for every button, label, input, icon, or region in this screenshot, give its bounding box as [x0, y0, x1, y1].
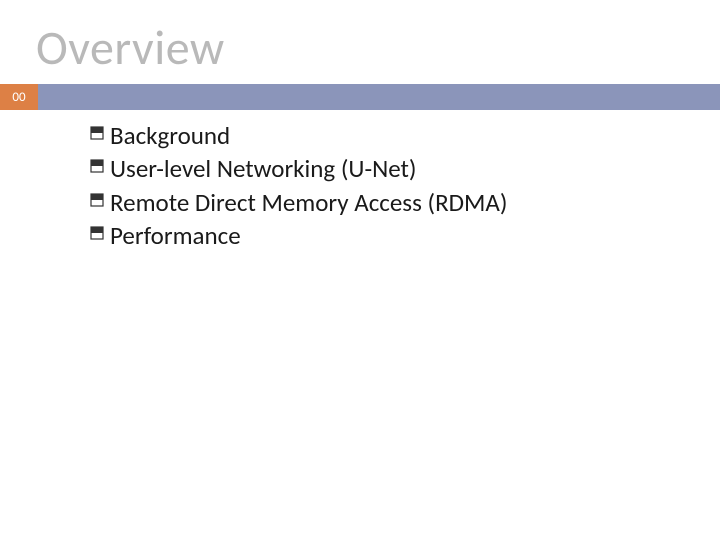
list-item: Remote Direct Memory Access (RDMA) [90, 187, 650, 218]
bullet-icon [90, 153, 108, 179]
bullet-icon [90, 120, 108, 146]
list-item-label: Remote Direct Memory Access (RDMA) [110, 187, 507, 218]
slide-number-badge: 00 [0, 84, 38, 110]
bullet-icon [90, 187, 108, 213]
bullet-list: Background User-level Networking (U-Net)… [90, 120, 650, 253]
list-item: Background [90, 120, 650, 151]
header-bar: 00 [0, 84, 720, 110]
header-bar-fill [38, 84, 720, 110]
list-item-label: User-level Networking (U-Net) [110, 153, 417, 184]
list-item: Performance [90, 220, 650, 251]
page-title: Overview [36, 18, 225, 77]
list-item-label: Background [110, 120, 230, 151]
bullet-icon [90, 220, 108, 246]
list-item-label: Performance [110, 220, 241, 251]
slide: Overview 00 Background User-level Networ… [0, 0, 720, 540]
list-item: User-level Networking (U-Net) [90, 153, 650, 184]
